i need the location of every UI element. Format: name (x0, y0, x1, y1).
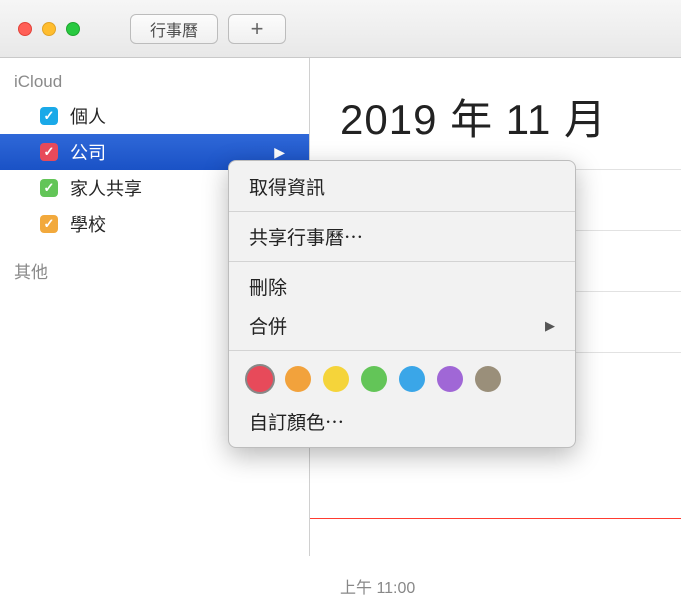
add-button[interactable]: + (228, 14, 286, 44)
menu-label: 刪除 (249, 273, 287, 300)
menu-separator (229, 211, 575, 212)
color-swatch-brown[interactable] (475, 366, 501, 392)
color-swatch-orange[interactable] (285, 366, 311, 392)
color-swatch-red[interactable] (247, 366, 273, 392)
color-swatch-yellow[interactable] (323, 366, 349, 392)
chevron-right-icon: ▶ (274, 144, 285, 161)
menu-label: 合併 (249, 312, 287, 339)
sidebar-item-personal[interactable]: 個人 (0, 98, 309, 134)
menu-separator (229, 261, 575, 262)
menu-label: 自訂顏色⋯ (249, 408, 344, 435)
calendars-button[interactable]: 行事曆 (130, 14, 218, 44)
checkbox-icon[interactable] (40, 107, 58, 125)
checkbox-icon[interactable] (40, 215, 58, 233)
calendar-label: 個人 (70, 103, 106, 129)
menu-share-calendar[interactable]: 共享行事曆⋯ (229, 217, 575, 256)
color-swatch-blue[interactable] (399, 366, 425, 392)
toolbar: 行事曆 + (130, 14, 296, 44)
menu-label: 取得資訊 (249, 173, 325, 200)
menu-get-info[interactable]: 取得資訊 (229, 167, 575, 206)
menu-merge[interactable]: 合併 ▶ (229, 306, 575, 345)
color-swatch-purple[interactable] (437, 366, 463, 392)
checkbox-icon[interactable] (40, 143, 58, 161)
time-label: 上午 11:00 (340, 574, 415, 598)
section-icloud-label: iCloud (0, 68, 309, 98)
calendar-label: 學校 (70, 211, 106, 237)
zoom-icon[interactable] (66, 22, 80, 36)
chevron-right-icon: ▶ (545, 318, 555, 334)
context-menu: 取得資訊 共享行事曆⋯ 刪除 合併 ▶ 自訂顏色⋯ (228, 160, 576, 448)
app-window: 行事曆 + iCloud 個人 公司 ▶ 家人共享 學校 (0, 0, 681, 556)
calendar-label: 家人共享 (70, 175, 142, 201)
menu-label: 共享行事曆⋯ (249, 223, 363, 250)
checkbox-icon[interactable] (40, 179, 58, 197)
color-swatch-green[interactable] (361, 366, 387, 392)
menu-delete[interactable]: 刪除 (229, 267, 575, 306)
menu-custom-color[interactable]: 自訂顏色⋯ (229, 402, 575, 441)
titlebar: 行事曆 + (0, 0, 681, 58)
minimize-icon[interactable] (42, 22, 56, 36)
color-picker-row (229, 356, 575, 402)
close-icon[interactable] (18, 22, 32, 36)
current-time-indicator (310, 518, 681, 519)
menu-separator (229, 350, 575, 351)
month-title: 2019 年 11 月 (340, 86, 681, 147)
window-controls (18, 22, 80, 36)
calendar-label: 公司 (70, 139, 106, 165)
